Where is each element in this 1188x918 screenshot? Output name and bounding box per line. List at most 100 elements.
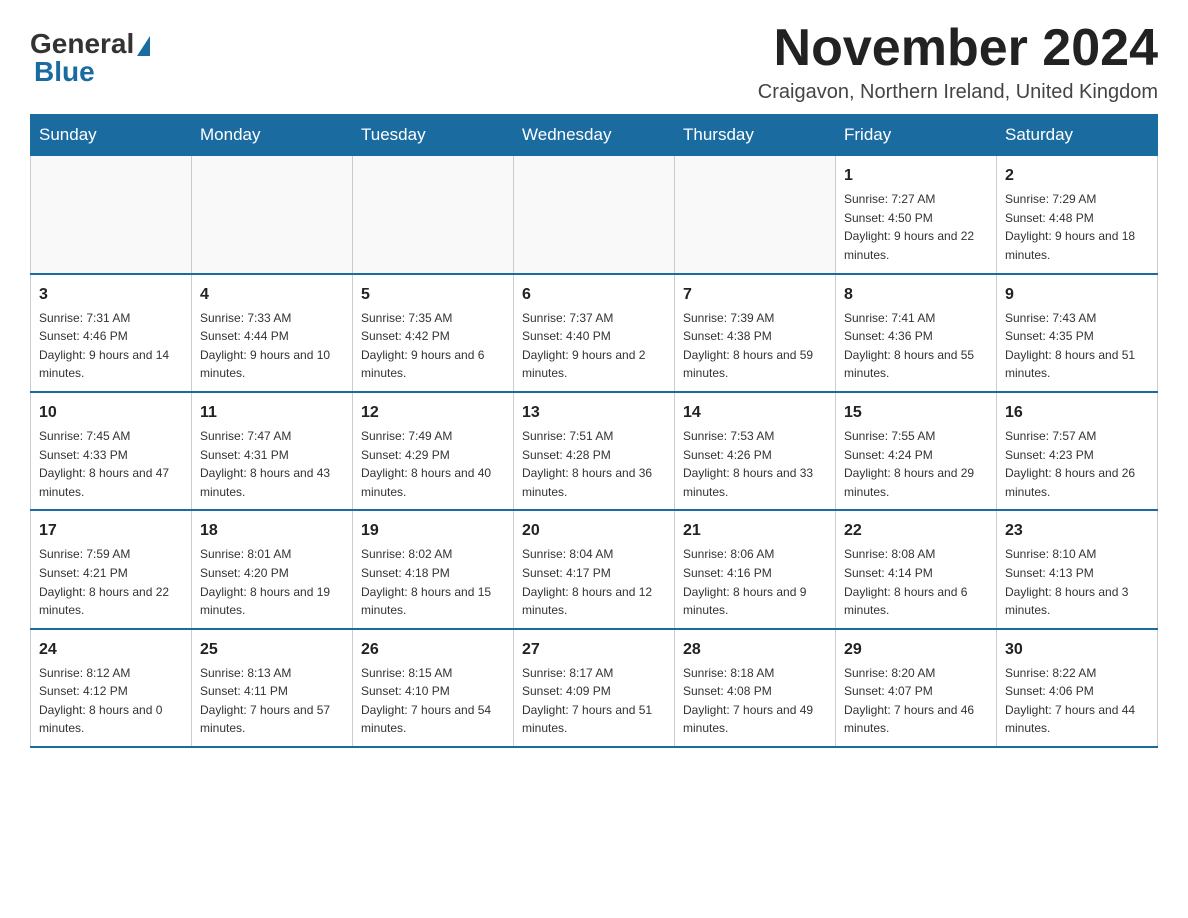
day-info: Sunrise: 8:12 AM Sunset: 4:12 PM Dayligh… xyxy=(39,664,183,738)
day-number: 11 xyxy=(200,401,344,425)
table-row: 22Sunrise: 8:08 AM Sunset: 4:14 PM Dayli… xyxy=(836,510,997,628)
logo-general-text: General xyxy=(30,30,134,58)
col-thursday: Thursday xyxy=(675,115,836,156)
day-number: 20 xyxy=(522,519,666,543)
day-number: 4 xyxy=(200,283,344,307)
table-row: 11Sunrise: 7:47 AM Sunset: 4:31 PM Dayli… xyxy=(192,392,353,510)
table-row: 17Sunrise: 7:59 AM Sunset: 4:21 PM Dayli… xyxy=(31,510,192,628)
table-row: 12Sunrise: 7:49 AM Sunset: 4:29 PM Dayli… xyxy=(353,392,514,510)
day-number: 12 xyxy=(361,401,505,425)
day-number: 21 xyxy=(683,519,827,543)
day-info: Sunrise: 7:35 AM Sunset: 4:42 PM Dayligh… xyxy=(361,309,505,383)
table-row: 21Sunrise: 8:06 AM Sunset: 4:16 PM Dayli… xyxy=(675,510,836,628)
day-info: Sunrise: 7:51 AM Sunset: 4:28 PM Dayligh… xyxy=(522,427,666,501)
col-tuesday: Tuesday xyxy=(353,115,514,156)
calendar-table: Sunday Monday Tuesday Wednesday Thursday… xyxy=(30,114,1158,748)
table-row: 10Sunrise: 7:45 AM Sunset: 4:33 PM Dayli… xyxy=(31,392,192,510)
day-info: Sunrise: 7:33 AM Sunset: 4:44 PM Dayligh… xyxy=(200,309,344,383)
calendar-week-row: 10Sunrise: 7:45 AM Sunset: 4:33 PM Dayli… xyxy=(31,392,1158,510)
day-number: 6 xyxy=(522,283,666,307)
day-info: Sunrise: 8:02 AM Sunset: 4:18 PM Dayligh… xyxy=(361,545,505,619)
table-row: 18Sunrise: 8:01 AM Sunset: 4:20 PM Dayli… xyxy=(192,510,353,628)
table-row xyxy=(192,156,353,274)
table-row: 29Sunrise: 8:20 AM Sunset: 4:07 PM Dayli… xyxy=(836,629,997,747)
day-info: Sunrise: 7:55 AM Sunset: 4:24 PM Dayligh… xyxy=(844,427,988,501)
table-row: 2Sunrise: 7:29 AM Sunset: 4:48 PM Daylig… xyxy=(997,156,1158,274)
table-row: 23Sunrise: 8:10 AM Sunset: 4:13 PM Dayli… xyxy=(997,510,1158,628)
day-number: 23 xyxy=(1005,519,1149,543)
table-row: 6Sunrise: 7:37 AM Sunset: 4:40 PM Daylig… xyxy=(514,274,675,392)
day-number: 19 xyxy=(361,519,505,543)
day-info: Sunrise: 7:41 AM Sunset: 4:36 PM Dayligh… xyxy=(844,309,988,383)
table-row: 9Sunrise: 7:43 AM Sunset: 4:35 PM Daylig… xyxy=(997,274,1158,392)
day-number: 26 xyxy=(361,638,505,662)
table-row xyxy=(353,156,514,274)
location-subtitle: Craigavon, Northern Ireland, United King… xyxy=(758,81,1158,104)
day-number: 15 xyxy=(844,401,988,425)
day-number: 17 xyxy=(39,519,183,543)
day-number: 7 xyxy=(683,283,827,307)
month-title: November 2024 xyxy=(758,20,1158,77)
day-info: Sunrise: 7:37 AM Sunset: 4:40 PM Dayligh… xyxy=(522,309,666,383)
table-row: 16Sunrise: 7:57 AM Sunset: 4:23 PM Dayli… xyxy=(997,392,1158,510)
day-info: Sunrise: 8:04 AM Sunset: 4:17 PM Dayligh… xyxy=(522,545,666,619)
day-info: Sunrise: 7:29 AM Sunset: 4:48 PM Dayligh… xyxy=(1005,190,1149,264)
table-row: 5Sunrise: 7:35 AM Sunset: 4:42 PM Daylig… xyxy=(353,274,514,392)
table-row: 27Sunrise: 8:17 AM Sunset: 4:09 PM Dayli… xyxy=(514,629,675,747)
col-monday: Monday xyxy=(192,115,353,156)
day-number: 16 xyxy=(1005,401,1149,425)
day-info: Sunrise: 7:57 AM Sunset: 4:23 PM Dayligh… xyxy=(1005,427,1149,501)
table-row: 30Sunrise: 8:22 AM Sunset: 4:06 PM Dayli… xyxy=(997,629,1158,747)
calendar-header-row: Sunday Monday Tuesday Wednesday Thursday… xyxy=(31,115,1158,156)
calendar-week-row: 1Sunrise: 7:27 AM Sunset: 4:50 PM Daylig… xyxy=(31,156,1158,274)
table-row: 15Sunrise: 7:55 AM Sunset: 4:24 PM Dayli… xyxy=(836,392,997,510)
day-info: Sunrise: 8:08 AM Sunset: 4:14 PM Dayligh… xyxy=(844,545,988,619)
table-row: 24Sunrise: 8:12 AM Sunset: 4:12 PM Dayli… xyxy=(31,629,192,747)
table-row: 13Sunrise: 7:51 AM Sunset: 4:28 PM Dayli… xyxy=(514,392,675,510)
day-number: 27 xyxy=(522,638,666,662)
day-info: Sunrise: 7:39 AM Sunset: 4:38 PM Dayligh… xyxy=(683,309,827,383)
day-info: Sunrise: 8:17 AM Sunset: 4:09 PM Dayligh… xyxy=(522,664,666,738)
day-info: Sunrise: 7:47 AM Sunset: 4:31 PM Dayligh… xyxy=(200,427,344,501)
day-number: 25 xyxy=(200,638,344,662)
day-info: Sunrise: 7:45 AM Sunset: 4:33 PM Dayligh… xyxy=(39,427,183,501)
day-info: Sunrise: 8:10 AM Sunset: 4:13 PM Dayligh… xyxy=(1005,545,1149,619)
day-info: Sunrise: 7:49 AM Sunset: 4:29 PM Dayligh… xyxy=(361,427,505,501)
day-number: 5 xyxy=(361,283,505,307)
day-number: 13 xyxy=(522,401,666,425)
day-info: Sunrise: 8:06 AM Sunset: 4:16 PM Dayligh… xyxy=(683,545,827,619)
calendar-week-row: 3Sunrise: 7:31 AM Sunset: 4:46 PM Daylig… xyxy=(31,274,1158,392)
day-number: 29 xyxy=(844,638,988,662)
day-number: 3 xyxy=(39,283,183,307)
day-number: 10 xyxy=(39,401,183,425)
table-row: 8Sunrise: 7:41 AM Sunset: 4:36 PM Daylig… xyxy=(836,274,997,392)
day-info: Sunrise: 7:53 AM Sunset: 4:26 PM Dayligh… xyxy=(683,427,827,501)
table-row: 19Sunrise: 8:02 AM Sunset: 4:18 PM Dayli… xyxy=(353,510,514,628)
day-number: 24 xyxy=(39,638,183,662)
page-header: General Blue November 2024 Craigavon, No… xyxy=(30,20,1158,104)
table-row xyxy=(675,156,836,274)
day-info: Sunrise: 7:59 AM Sunset: 4:21 PM Dayligh… xyxy=(39,545,183,619)
day-info: Sunrise: 8:01 AM Sunset: 4:20 PM Dayligh… xyxy=(200,545,344,619)
day-info: Sunrise: 7:31 AM Sunset: 4:46 PM Dayligh… xyxy=(39,309,183,383)
logo-blue-text: Blue xyxy=(30,58,150,86)
day-number: 14 xyxy=(683,401,827,425)
day-number: 22 xyxy=(844,519,988,543)
table-row: 28Sunrise: 8:18 AM Sunset: 4:08 PM Dayli… xyxy=(675,629,836,747)
day-number: 9 xyxy=(1005,283,1149,307)
table-row: 25Sunrise: 8:13 AM Sunset: 4:11 PM Dayli… xyxy=(192,629,353,747)
title-section: November 2024 Craigavon, Northern Irelan… xyxy=(758,20,1158,104)
day-number: 28 xyxy=(683,638,827,662)
calendar-week-row: 17Sunrise: 7:59 AM Sunset: 4:21 PM Dayli… xyxy=(31,510,1158,628)
table-row xyxy=(31,156,192,274)
day-info: Sunrise: 8:22 AM Sunset: 4:06 PM Dayligh… xyxy=(1005,664,1149,738)
table-row: 3Sunrise: 7:31 AM Sunset: 4:46 PM Daylig… xyxy=(31,274,192,392)
day-info: Sunrise: 8:18 AM Sunset: 4:08 PM Dayligh… xyxy=(683,664,827,738)
table-row xyxy=(514,156,675,274)
day-number: 1 xyxy=(844,164,988,188)
col-friday: Friday xyxy=(836,115,997,156)
table-row: 26Sunrise: 8:15 AM Sunset: 4:10 PM Dayli… xyxy=(353,629,514,747)
table-row: 7Sunrise: 7:39 AM Sunset: 4:38 PM Daylig… xyxy=(675,274,836,392)
logo: General Blue xyxy=(30,30,150,86)
day-info: Sunrise: 8:15 AM Sunset: 4:10 PM Dayligh… xyxy=(361,664,505,738)
